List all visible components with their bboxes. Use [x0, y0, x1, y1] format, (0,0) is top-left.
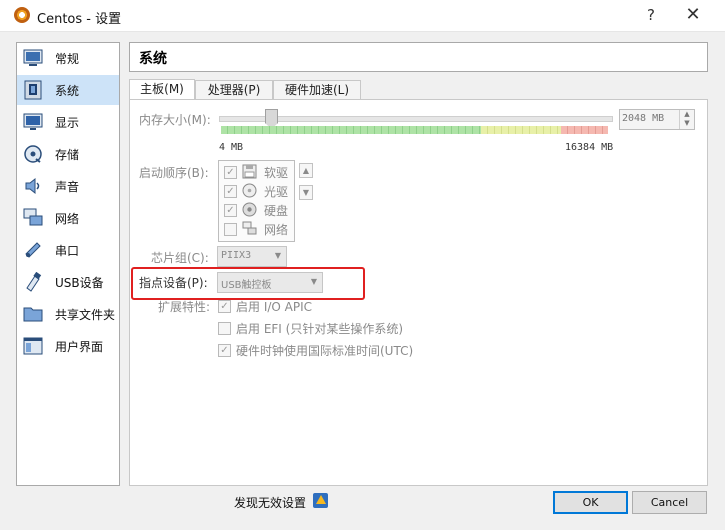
memory-scale	[221, 126, 608, 134]
spin-arrows-icon[interactable]: ▲ ▼	[679, 110, 694, 129]
boot-device-name: 光驱	[264, 185, 289, 199]
sidebar-item-label: 共享文件夹	[55, 308, 116, 322]
boot-order-label: 启动顺序(B):	[139, 166, 209, 180]
close-button[interactable]: ✕	[681, 3, 705, 27]
chipset-value: PIIX3	[221, 250, 252, 261]
checkbox[interactable]: ✓	[224, 185, 237, 198]
network-boot-icon	[242, 221, 257, 235]
boot-device-name: 软驱	[264, 166, 289, 180]
boot-item-hard-disk[interactable]: ✓ 硬盘	[219, 200, 294, 219]
usb-icon	[26, 272, 42, 292]
boot-item-optical[interactable]: ✓ 光驱	[219, 181, 294, 200]
sidebar-item-label: 声音	[55, 180, 80, 194]
memory-label: 内存大小(M):	[139, 113, 211, 127]
shared-folder-icon	[23, 307, 43, 322]
general-icon	[23, 49, 43, 66]
checkbox[interactable]	[224, 223, 237, 236]
feature-label: 启用 EFI (只针对某些操作系统)	[236, 322, 404, 336]
boot-device-name: 硬盘	[264, 204, 289, 218]
sidebar-item-label: USB设备	[55, 276, 104, 290]
serial-port-icon	[25, 242, 41, 258]
virtualbox-app-icon	[14, 7, 30, 23]
boot-item-network[interactable]: 网络	[219, 219, 294, 238]
memory-slider-track[interactable]	[219, 116, 613, 122]
tab-processor[interactable]: 处理器(P)	[195, 80, 273, 100]
extended-features-label: 扩展特性:	[158, 300, 211, 314]
memory-spinbox[interactable]: 2048 MB ▲ ▼	[619, 109, 695, 130]
sidebar-item-storage[interactable]: 存储	[17, 139, 119, 169]
ok-button[interactable]: OK	[553, 491, 628, 514]
boot-order-list: ✓ 软驱 ✓ 光驱 ✓ 硬盘 网络	[218, 160, 295, 242]
chevron-down-icon: ▼	[274, 251, 281, 260]
checkbox[interactable]: ✓	[218, 300, 231, 313]
checkbox[interactable]: ✓	[218, 344, 231, 357]
chevron-down-icon: ▼	[310, 277, 317, 286]
pointing-device-label: 指点设备(P):	[139, 276, 208, 290]
sidebar-item-label: 常规	[55, 52, 80, 66]
warning-icon[interactable]	[313, 493, 328, 508]
hard-disk-icon	[242, 202, 257, 217]
storage-icon	[24, 145, 42, 163]
floppy-icon	[242, 164, 257, 179]
sidebar-item-network[interactable]: 网络	[17, 203, 119, 233]
optical-disc-icon	[242, 183, 257, 198]
section-header: 系统	[129, 42, 708, 72]
sidebar-item-label: 系统	[55, 84, 80, 98]
settings-sidebar: 常规 系统 显示 存储 声音 网络 串口 USB设备 共享文件夹 用户界面	[16, 42, 120, 486]
chipset-label: 芯片组(C):	[151, 251, 209, 265]
tab-acceleration[interactable]: 硬件加速(L)	[273, 80, 361, 100]
sidebar-item-shared-folders[interactable]: 共享文件夹	[17, 299, 119, 329]
pointing-device-value: USB触控板	[221, 280, 272, 291]
window-title: Centos - 设置	[37, 12, 122, 27]
chipset-select[interactable]: PIIX3 ▼	[217, 246, 287, 267]
audio-icon	[25, 177, 40, 195]
sidebar-item-label: 存储	[55, 148, 80, 162]
display-icon	[23, 113, 43, 130]
sidebar-item-label: 串口	[55, 244, 80, 258]
sidebar-item-label: 网络	[55, 212, 80, 226]
sidebar-item-general[interactable]: 常规	[17, 43, 119, 73]
sidebar-item-label: 显示	[55, 116, 80, 130]
sidebar-item-usb[interactable]: USB设备	[17, 267, 119, 297]
pointing-device-select[interactable]: USB触控板 ▼	[217, 272, 323, 293]
tab-motherboard[interactable]: 主板(M)	[129, 79, 195, 100]
sidebar-item-label: 用户界面	[55, 340, 104, 354]
move-down-button[interactable]: ▼	[299, 185, 313, 200]
checkbox[interactable]: ✓	[224, 204, 237, 217]
title-bar: Centos - 设置 ? ✕	[0, 0, 725, 32]
feature-label: 启用 I/O APIC	[236, 300, 313, 314]
feature-label: 硬件时钟使用国际标准时间(UTC)	[236, 344, 414, 358]
invalid-settings-text: 发现无效设置	[234, 496, 307, 510]
memory-value: 2048 MB	[622, 113, 665, 124]
help-button[interactable]: ?	[640, 4, 662, 26]
boot-item-floppy[interactable]: ✓ 软驱	[219, 162, 294, 181]
sidebar-item-serial-port[interactable]: 串口	[17, 235, 119, 265]
cancel-button[interactable]: Cancel	[632, 491, 707, 514]
boot-device-name: 网络	[264, 223, 289, 237]
sidebar-item-audio[interactable]: 声音	[17, 171, 119, 201]
sidebar-item-user-interface[interactable]: 用户界面	[17, 331, 119, 361]
system-icon	[24, 80, 42, 100]
memory-min-label: 4 MB	[219, 142, 244, 153]
checkbox[interactable]: ✓	[224, 166, 237, 179]
memory-max-label: 16384 MB	[565, 142, 614, 153]
sidebar-item-display[interactable]: 显示	[17, 107, 119, 137]
checkbox[interactable]	[218, 322, 231, 335]
sidebar-item-system[interactable]: 系统	[17, 75, 119, 105]
network-icon	[23, 208, 43, 226]
move-up-button[interactable]: ▲	[299, 163, 313, 178]
section-title: 系统	[139, 51, 167, 67]
user-interface-icon	[23, 337, 43, 355]
